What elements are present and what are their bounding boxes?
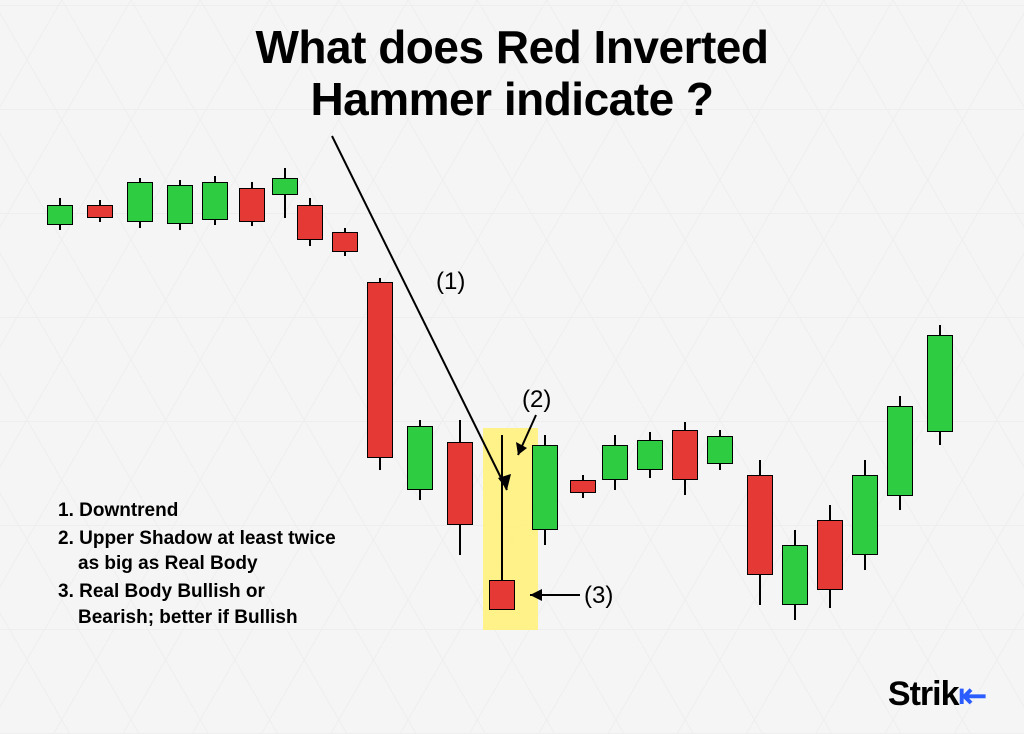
- candle: [570, 0, 596, 734]
- candle: [367, 0, 393, 734]
- candle-body: [239, 188, 265, 222]
- candle-body: [927, 335, 953, 432]
- candle-body: [570, 480, 596, 493]
- candle-body: [367, 282, 393, 458]
- candle: [407, 0, 433, 734]
- legend-item-1: 1. Downtrend: [58, 498, 338, 524]
- candle-body: [127, 182, 153, 222]
- candle-inverted-hammer: [489, 0, 515, 734]
- candle: [747, 0, 773, 734]
- candle: [927, 0, 953, 734]
- legend-item-2: 2. Upper Shadow at least twice as big as…: [58, 526, 338, 577]
- candle: [782, 0, 808, 734]
- candle-body: [707, 436, 733, 464]
- candle-body: [489, 580, 515, 610]
- candle-body: [87, 205, 113, 218]
- candle-body: [887, 406, 913, 496]
- legend-item-3: 3. Real Body Bullish or Bearish; better …: [58, 579, 338, 630]
- candle: [887, 0, 913, 734]
- candle: [672, 0, 698, 734]
- candle-body: [817, 520, 843, 590]
- candle-body: [532, 445, 558, 530]
- candle: [852, 0, 878, 734]
- candle-body: [407, 426, 433, 490]
- candle-body: [202, 182, 228, 220]
- candle-body: [747, 475, 773, 575]
- candle-body: [297, 205, 323, 240]
- candle-body: [852, 475, 878, 555]
- candle-body: [637, 440, 663, 470]
- candle-body: [672, 430, 698, 480]
- candle: [637, 0, 663, 734]
- candle: [447, 0, 473, 734]
- candle-body: [272, 178, 298, 195]
- candle: [707, 0, 733, 734]
- logo-arrow-icon: ⇤: [959, 676, 987, 716]
- candle-body: [602, 445, 628, 480]
- candle-body: [782, 545, 808, 605]
- candle-body: [447, 442, 473, 525]
- legend: 1. Downtrend 2. Upper Shadow at least tw…: [58, 498, 338, 632]
- brand-logo: Strik⇤: [888, 674, 986, 714]
- logo-text: Strik: [888, 675, 959, 713]
- candle-body: [47, 205, 73, 225]
- candle-body: [332, 232, 358, 252]
- candle: [602, 0, 628, 734]
- candle: [817, 0, 843, 734]
- candle-body: [167, 185, 193, 224]
- candle: [532, 0, 558, 734]
